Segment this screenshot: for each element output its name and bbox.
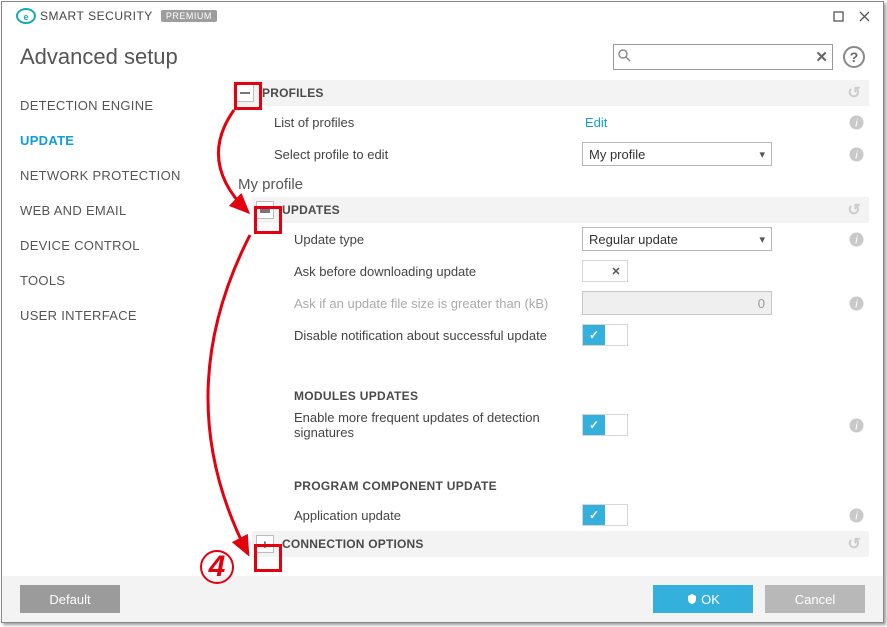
select-profile-value: My profile (589, 147, 645, 162)
select-profile-dropdown[interactable]: My profile ▾ (582, 142, 772, 166)
sidebar-item-update[interactable]: UPDATE (20, 123, 214, 158)
row-disable-notification: Disable notification about successful up… (232, 319, 869, 351)
chevron-down-icon: ▾ (759, 233, 765, 246)
reset-icon[interactable]: ↺ (847, 83, 861, 103)
label-ask-file-size: Ask if an update file size is greater th… (232, 296, 582, 311)
row-ask-file-size: Ask if an update file size is greater th… (232, 287, 869, 319)
sidebar-item-web-and-email[interactable]: WEB AND EMAIL (20, 193, 214, 228)
check-icon (583, 325, 605, 345)
info-icon[interactable]: i (843, 417, 869, 433)
label-frequent-updates: Enable more frequent updates of detectio… (232, 410, 582, 440)
info-icon[interactable]: i (843, 507, 869, 523)
window-maximize-button[interactable] (825, 4, 851, 28)
cross-icon (605, 261, 627, 281)
window-close-button[interactable] (851, 4, 877, 28)
subhead-modules-updates: MODULES UPDATES (232, 369, 869, 409)
row-select-profile: Select profile to edit My profile ▾ i (232, 138, 869, 170)
row-frequent-updates: Enable more frequent updates of detectio… (232, 409, 869, 441)
check-icon (583, 415, 605, 435)
info-icon[interactable]: i (843, 146, 869, 162)
label-update-type: Update type (232, 232, 582, 247)
expand-toggle-connection-options[interactable] (256, 535, 274, 553)
search-box[interactable]: ✕ (613, 44, 833, 70)
header-row: Advanced setup ✕ ? (2, 30, 883, 78)
info-icon[interactable]: i (843, 114, 869, 130)
svg-text:e: e (23, 12, 28, 22)
brand-tag: PREMIUM (161, 10, 217, 22)
reset-icon[interactable]: ↺ (847, 534, 861, 554)
brand-word-2: SECURITY (88, 9, 153, 23)
profile-name-label: My profile (232, 170, 869, 197)
section-profiles-head: PROFILES ↺ (232, 80, 869, 106)
cancel-button[interactable]: Cancel (765, 585, 865, 613)
app-window: e SMART SECURITY PREMIUM Advanced setup … (1, 1, 884, 623)
search-icon (618, 49, 631, 65)
sidebar-item-network-protection[interactable]: NETWORK PROTECTION (20, 158, 214, 193)
section-connection-options-head: CONNECTION OPTIONS ↺ (252, 531, 869, 557)
collapse-toggle-updates[interactable] (256, 201, 274, 219)
chevron-down-icon: ▾ (759, 148, 765, 161)
collapse-toggle-profiles[interactable] (236, 84, 254, 102)
select-update-type[interactable]: Regular update ▾ (582, 227, 772, 251)
info-icon[interactable]: i (843, 295, 869, 311)
search-input[interactable] (631, 50, 815, 65)
reset-icon[interactable]: ↺ (847, 200, 861, 220)
help-button[interactable]: ? (843, 46, 865, 68)
default-button[interactable]: Default (20, 585, 120, 613)
toggle-application-update[interactable] (582, 504, 628, 526)
footer-bar: Default OK Cancel (2, 576, 883, 622)
section-updates-head: UPDATES ↺ (252, 197, 869, 223)
toggle-frequent-updates[interactable] (582, 414, 628, 436)
ok-button[interactable]: OK (653, 585, 753, 613)
brand-word-1: SMART (40, 9, 84, 23)
body: DETECTION ENGINE UPDATE NETWORK PROTECTI… (2, 80, 883, 576)
row-ask-before-download: Ask before downloading update (232, 255, 869, 287)
sidebar-item-user-interface[interactable]: USER INTERFACE (20, 298, 214, 333)
label-disable-notification: Disable notification about successful up… (232, 328, 582, 343)
link-edit-profiles[interactable]: Edit (582, 115, 607, 130)
select-update-type-value: Regular update (589, 232, 678, 247)
input-ask-file-size: 0 (582, 291, 772, 315)
brand-text: SMART SECURITY (40, 9, 153, 23)
shield-icon (686, 593, 698, 605)
section-connection-options-title: CONNECTION OPTIONS (282, 537, 424, 551)
section-profiles-title: PROFILES (262, 86, 324, 100)
sidebar-item-tools[interactable]: TOOLS (20, 263, 214, 298)
sidebar-item-detection-engine[interactable]: DETECTION ENGINE (20, 88, 214, 123)
label-list-of-profiles: List of profiles (232, 115, 582, 130)
toggle-ask-before-download[interactable] (582, 260, 628, 282)
check-icon (583, 505, 605, 525)
section-updates-title: UPDATES (282, 203, 340, 217)
content-pane: PROFILES ↺ List of profiles Edit i Selec… (214, 80, 883, 576)
subhead-program-component-update: PROGRAM COMPONENT UPDATE (232, 459, 869, 499)
titlebar: e SMART SECURITY PREMIUM (2, 2, 883, 30)
row-list-of-profiles: List of profiles Edit i (232, 106, 869, 138)
input-ask-file-size-value: 0 (758, 296, 765, 311)
brand-logo-icon: e (16, 6, 36, 26)
row-update-type: Update type Regular update ▾ i (232, 223, 869, 255)
label-ask-before-download: Ask before downloading update (232, 264, 582, 279)
row-application-update: Application update i (232, 499, 869, 531)
label-select-profile: Select profile to edit (232, 147, 582, 162)
sidebar: DETECTION ENGINE UPDATE NETWORK PROTECTI… (2, 80, 214, 576)
page-title: Advanced setup (20, 44, 613, 70)
ok-button-label: OK (701, 592, 720, 607)
sidebar-item-device-control[interactable]: DEVICE CONTROL (20, 228, 214, 263)
info-icon[interactable]: i (843, 231, 869, 247)
brand: e SMART SECURITY PREMIUM (16, 6, 217, 26)
label-application-update: Application update (232, 508, 582, 523)
toggle-disable-notification[interactable] (582, 324, 628, 346)
search-clear-button[interactable]: ✕ (815, 48, 828, 66)
